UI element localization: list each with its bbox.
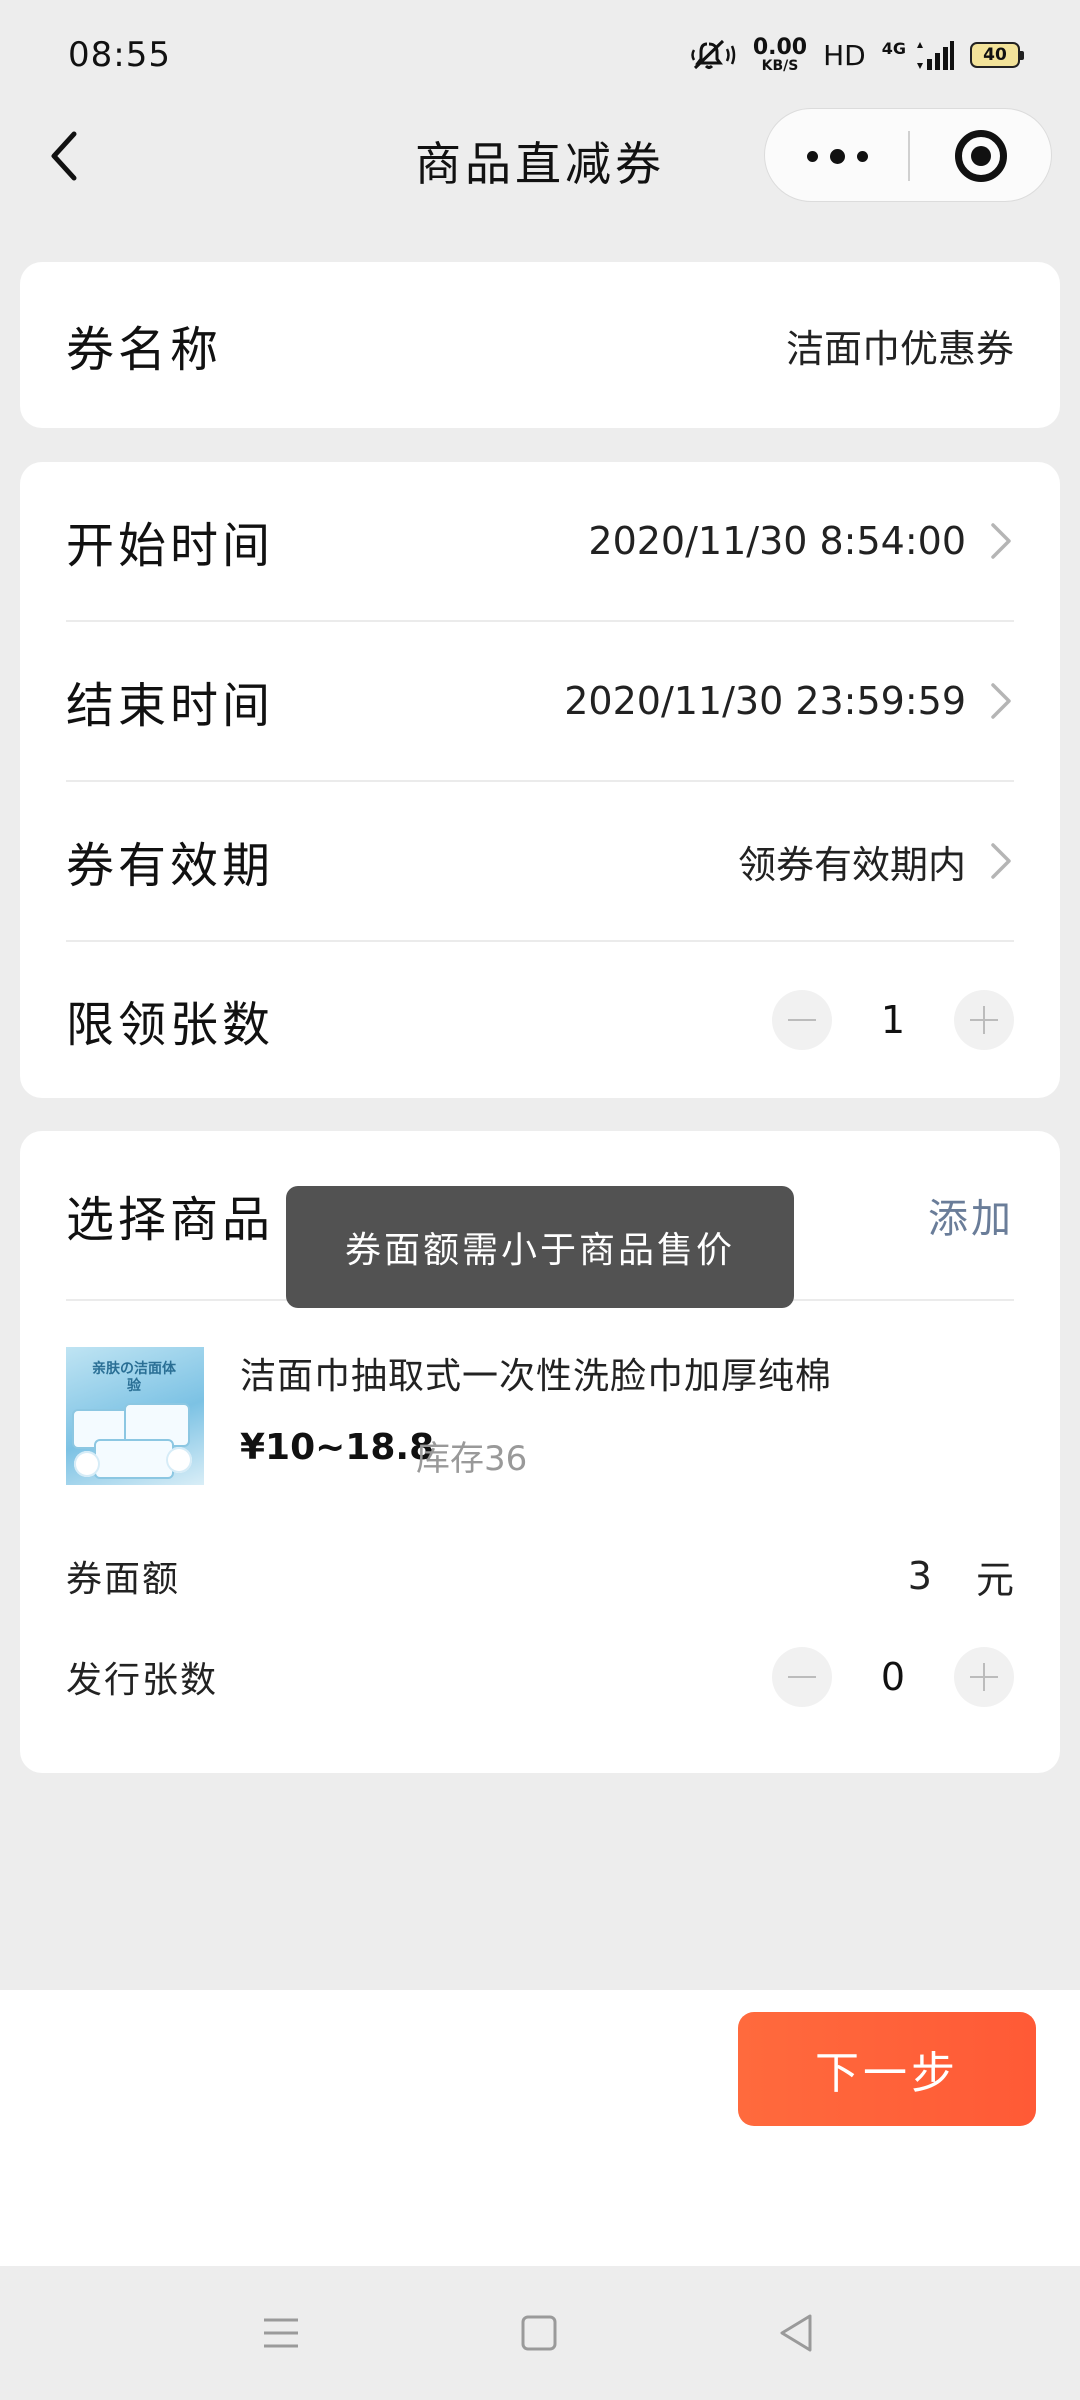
- toast-message: 券面额需小于商品售价: [286, 1186, 794, 1308]
- minus-icon[interactable]: [772, 990, 832, 1050]
- end-time-value: 2020/11/30 23:59:59: [564, 679, 966, 723]
- limit-value: 1: [880, 998, 906, 1042]
- more-dots-icon[interactable]: [765, 109, 909, 203]
- limit-row: 限领张数 1: [66, 942, 1014, 1098]
- menu-icon[interactable]: [256, 2308, 306, 2358]
- status-time: 08:55: [68, 35, 171, 75]
- limit-label: 限领张数: [66, 997, 275, 1053]
- coupon-name-label: 券名称: [66, 322, 223, 378]
- net-speed-value: 0.00: [752, 35, 808, 60]
- minus-icon[interactable]: [772, 1647, 832, 1707]
- net-speed: 0.00 KB/S: [752, 35, 808, 74]
- issue-count-row: 发行张数 0: [66, 1631, 1014, 1723]
- chevron-right-icon: [991, 523, 1011, 559]
- issue-count-label: 发行张数: [66, 1660, 219, 1701]
- net-speed-unit: KB/S: [761, 58, 799, 74]
- validity-value: 领券有效期内: [737, 842, 966, 887]
- chevron-right-icon: [991, 683, 1011, 719]
- coupon-name-row: 券名称 洁面巾优惠券: [66, 262, 1014, 428]
- start-time-label: 开始时间: [66, 518, 275, 574]
- plus-icon[interactable]: [954, 1647, 1014, 1707]
- hd-label: HD: [823, 38, 866, 72]
- schedule-card: 开始时间 2020/11/30 8:54:00 结束时间 2020/11/30 …: [20, 462, 1060, 1098]
- coupon-name-card: 券名称 洁面巾优惠券: [20, 262, 1060, 428]
- add-goods-button[interactable]: 添加: [928, 1186, 1014, 1244]
- signal-icon: [917, 41, 954, 70]
- end-time-label: 结束时间: [66, 678, 275, 734]
- goods-price: ¥10~18.8: [240, 1427, 435, 1468]
- validity-label: 券有效期: [66, 838, 275, 894]
- system-nav-bar: [0, 2266, 1080, 2400]
- validity-row[interactable]: 券有效期 领券有效期内: [66, 782, 1014, 940]
- issue-count-stepper: 0: [772, 1647, 1014, 1707]
- nav-bar: 商品直减券: [0, 100, 1080, 212]
- goods-title: 洁面巾抽取式一次性洗脸巾加厚纯棉: [240, 1356, 833, 1397]
- face-value-row: 券面额 3 元: [66, 1531, 1014, 1621]
- status-bar: 08:55 0.00 KB/S HD 4G 40: [0, 0, 1080, 110]
- face-value-unit: 元: [975, 1557, 1014, 1602]
- status-icons: 0.00 KB/S HD 4G 40: [691, 35, 1024, 74]
- chevron-right-icon: [991, 843, 1011, 879]
- target-close-icon[interactable]: [909, 109, 1053, 203]
- start-time-value: 2020/11/30 8:54:00: [588, 519, 966, 563]
- goods-stock: 库存36: [416, 1439, 528, 1479]
- network-type: 4G: [881, 39, 906, 58]
- back-icon[interactable]: [772, 2308, 822, 2358]
- select-goods-label: 选择商品: [66, 1192, 275, 1248]
- battery-level: 40: [983, 45, 1007, 65]
- face-value-label: 券面额: [66, 1559, 181, 1600]
- home-icon[interactable]: [514, 2308, 564, 2358]
- plus-icon[interactable]: [954, 990, 1014, 1050]
- end-time-row[interactable]: 结束时间 2020/11/30 23:59:59: [66, 622, 1014, 780]
- coupon-name-value: 洁面巾优惠券: [785, 326, 1014, 371]
- limit-stepper: 1: [772, 990, 1014, 1050]
- next-button[interactable]: 下一步: [738, 2012, 1036, 2126]
- issue-count-value: 0: [880, 1655, 906, 1699]
- bottom-action-bar: 下一步: [0, 1990, 1080, 2266]
- mute-icon: [691, 39, 736, 70]
- start-time-row[interactable]: 开始时间 2020/11/30 8:54:00: [66, 462, 1014, 620]
- goods-thumbnail[interactable]: 亲肤の洁面体验: [66, 1347, 204, 1485]
- thumbnail-text: 亲肤の洁面体验: [92, 1361, 176, 1394]
- mini-program-capsule: [764, 108, 1052, 202]
- face-value-input[interactable]: 3: [908, 1554, 932, 1598]
- battery-icon: 40: [970, 42, 1024, 68]
